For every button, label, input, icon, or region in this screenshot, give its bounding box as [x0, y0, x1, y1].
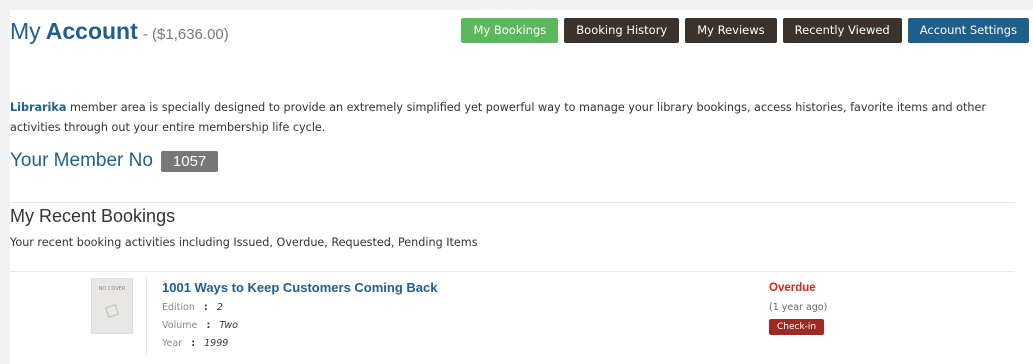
my-bookings-button[interactable]: My Bookings — [461, 18, 559, 43]
column-divider — [146, 278, 147, 354]
account-balance: - ($1,636.00) — [142, 26, 229, 43]
check-in-button[interactable]: Check-in — [769, 319, 825, 335]
page-title-main: Account — [45, 18, 138, 44]
status-timestamp: (1 year ago) — [769, 302, 828, 313]
edition-value: 2 — [216, 302, 223, 313]
recent-bookings-title: My Recent Bookings — [10, 206, 176, 226]
intro-description: member area is specially designed to pro… — [10, 101, 986, 134]
volume-value: Two — [219, 320, 238, 331]
my-reviews-button[interactable]: My Reviews — [685, 18, 777, 43]
meta-separator: : — [191, 338, 196, 349]
edition-label: Edition — [162, 302, 195, 313]
divider — [10, 202, 1015, 203]
volume-label: Volume — [162, 320, 198, 331]
account-nav: My Bookings Booking History My Reviews R… — [461, 18, 1029, 43]
book-year: Year:1999 — [162, 338, 228, 349]
brand-name: Librarika — [10, 101, 67, 114]
cover-placeholder-text: NO COVER — [98, 286, 126, 292]
book-edition: Edition:2 — [162, 302, 223, 313]
recent-bookings-subtitle: Your recent booking activities including… — [10, 236, 478, 249]
intro-text: Librarika member area is specially desig… — [10, 98, 1015, 138]
member-no-badge: 1057 — [160, 150, 219, 172]
account-settings-button[interactable]: Account Settings — [907, 18, 1029, 43]
member-info: Your Member No 1057 — [10, 150, 219, 172]
year-label: Year — [162, 338, 183, 349]
meta-separator: : — [206, 320, 211, 331]
page-title: My Account - ($1,636.00) — [10, 18, 229, 45]
book-title-link[interactable]: 1001 Ways to Keep Customers Coming Back — [162, 280, 438, 295]
divider — [10, 271, 1015, 272]
page-title-prefix: My — [10, 18, 41, 44]
member-no-label: Your Member No — [10, 150, 153, 171]
status-badge: Overdue — [769, 282, 816, 294]
book-placeholder-icon — [104, 303, 120, 319]
year-value: 1999 — [204, 338, 229, 349]
recently-viewed-button[interactable]: Recently Viewed — [782, 18, 902, 43]
book-volume: Volume: Two — [162, 320, 238, 331]
meta-separator: : — [203, 302, 208, 313]
book-cover-thumbnail[interactable]: NO COVER — [91, 278, 133, 334]
booking-history-button[interactable]: Booking History — [564, 18, 680, 43]
